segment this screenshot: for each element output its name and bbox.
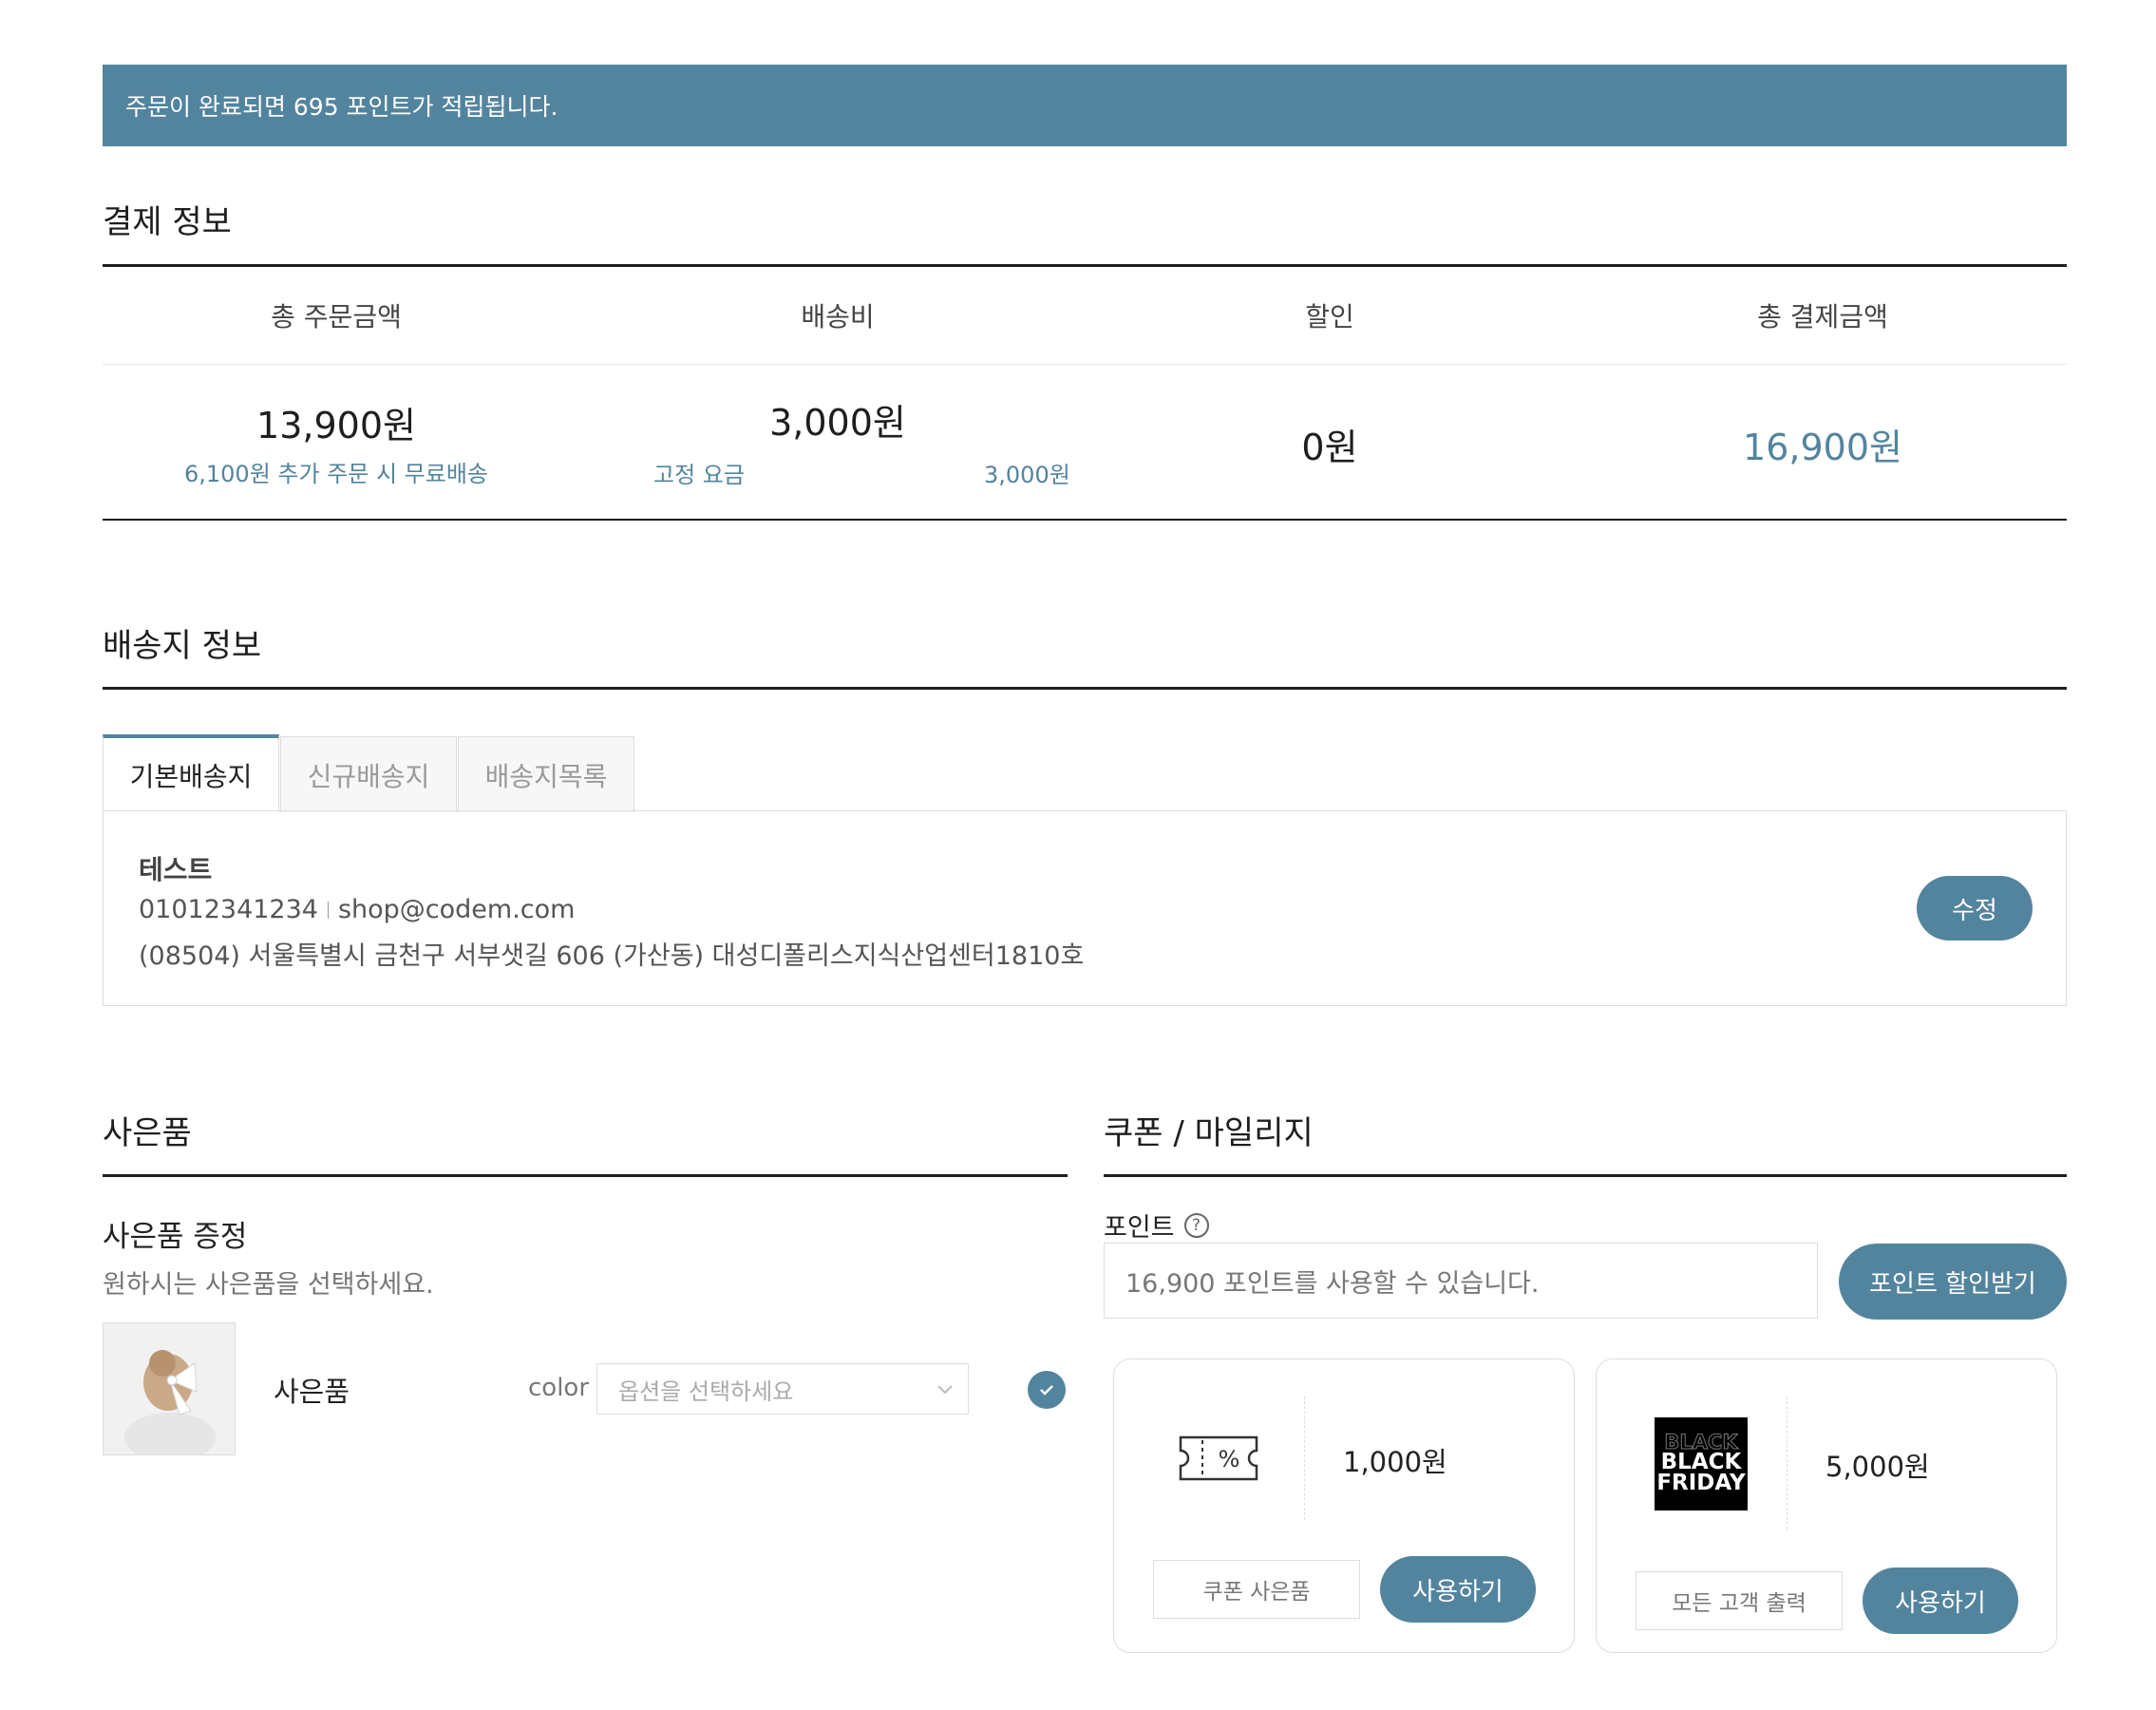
tab-address-list[interactable]: 배송지목록 xyxy=(458,736,634,812)
points-label-row: 포인트 ? xyxy=(1104,1206,1209,1244)
coupon-1-use-button[interactable]: 사용하기 xyxy=(1380,1556,1536,1623)
coupon-section-title: 쿠폰 / 마일리지 xyxy=(1104,1114,1314,1152)
header-shipping-fee: 배송비 xyxy=(801,301,875,332)
recipient-address: (08504) 서울특별시 금천구 서부샛길 606 (가산동) 대성디폴리스지… xyxy=(139,941,1085,971)
svg-text:%: % xyxy=(1219,1446,1240,1472)
coupon-2-name-field: 모든 고객 출력 xyxy=(1636,1571,1843,1630)
recipient-phone: 01012341234 xyxy=(139,895,318,924)
recipient-name: 테스트 xyxy=(139,854,213,885)
gift-photo-illustration xyxy=(104,1323,235,1454)
payment-header-divider xyxy=(103,364,2067,365)
contact-separator xyxy=(327,901,329,919)
payment-bottom-rule xyxy=(103,519,2067,521)
gift-product-image xyxy=(103,1322,236,1455)
points-input[interactable]: 16,900 포인트를 사용할 수 있습니다. xyxy=(1104,1243,1818,1319)
coupon-2-name: 모든 고객 출력 xyxy=(1672,1591,1806,1616)
grand-total-amount: 16,900원 xyxy=(1743,427,1902,468)
total-order-amount: 13,900원 xyxy=(256,405,416,446)
gift-subtitle: 사은품 증정 xyxy=(103,1220,248,1254)
points-input-placeholder: 16,900 포인트를 사용할 수 있습니다. xyxy=(1125,1268,1540,1299)
coupon-1-divider xyxy=(1304,1396,1306,1520)
free-shipping-note: 6,100원 추가 주문 시 무료배송 xyxy=(183,461,489,487)
payment-section-title: 결제 정보 xyxy=(103,203,232,241)
coupon-2-divider xyxy=(1787,1396,1788,1530)
payment-top-rule xyxy=(103,264,2067,267)
points-label: 포인트 xyxy=(1104,1213,1175,1243)
tab-default-address-label: 기본배송지 xyxy=(129,761,253,792)
header-total-order: 총 주문금액 xyxy=(271,301,402,332)
shipping-type-amount: 3,000원 xyxy=(984,462,1070,488)
points-banner: 주문이 완료되면 695 포인트가 적립됩니다. xyxy=(103,65,2067,146)
shipping-type-label: 고정 요금 xyxy=(653,462,745,488)
coupon-2-use-button[interactable]: 사용하기 xyxy=(1863,1568,2018,1634)
apply-points-button[interactable]: 포인트 할인받기 xyxy=(1839,1244,2067,1320)
shipping-top-rule xyxy=(103,687,2067,690)
coupon-1-name-field: 쿠폰 사은품 xyxy=(1153,1560,1360,1619)
gift-section-title: 사은품 xyxy=(103,1114,192,1152)
tab-new-address[interactable]: 신규배송지 xyxy=(280,736,457,812)
coupon-2-use-button-label: 사용하기 xyxy=(1895,1588,1986,1618)
tab-default-address[interactable]: 기본배송지 xyxy=(103,734,279,812)
coupon-1-use-button-label: 사용하기 xyxy=(1412,1577,1504,1606)
chevron-down-icon xyxy=(936,1378,955,1404)
gift-description: 원하시는 사은품을 선택하세요. xyxy=(103,1270,434,1300)
header-discount: 할인 xyxy=(1305,301,1354,332)
gift-item-name: 사은품 xyxy=(274,1376,350,1408)
coupon-1-amount: 1,000원 xyxy=(1343,1446,1447,1478)
check-icon xyxy=(1040,1385,1053,1396)
gift-option-label: color xyxy=(528,1374,590,1402)
edit-address-button-label: 수정 xyxy=(1952,896,1997,925)
gift-top-rule xyxy=(103,1174,1068,1177)
discount-amount: 0원 xyxy=(1301,427,1358,468)
gift-option-placeholder: 옵션을 선택하세요 xyxy=(618,1378,794,1405)
shipping-section-title: 배송지 정보 xyxy=(103,627,262,665)
recipient-email: shop@codem.com xyxy=(337,895,576,924)
points-banner-text: 주문이 완료되면 695 포인트가 적립됩니다. xyxy=(125,93,558,121)
edit-address-button[interactable]: 수정 xyxy=(1917,876,2033,940)
black-friday-image: BLACK BLACK FRIDAY xyxy=(1655,1417,1748,1510)
header-grand-total: 총 결제금액 xyxy=(1757,301,1888,332)
ticket-percent-icon: % xyxy=(1178,1434,1259,1486)
black-friday-text-friday: FRIDAY xyxy=(1656,1470,1746,1495)
help-icon[interactable]: ? xyxy=(1183,1212,1209,1238)
tab-new-address-label: 신규배송지 xyxy=(307,760,430,792)
shipping-fee-amount: 3,000원 xyxy=(769,402,906,444)
coupon-2-amount: 5,000원 xyxy=(1825,1451,1930,1483)
tab-address-list-label: 배송지목록 xyxy=(484,760,608,792)
coupon-top-rule xyxy=(1104,1174,2067,1177)
apply-points-button-label: 포인트 할인받기 xyxy=(1869,1269,2036,1299)
gift-select-checkbox[interactable] xyxy=(1028,1371,1066,1409)
coupon-1-name: 쿠폰 사은품 xyxy=(1202,1580,1311,1605)
gift-option-select[interactable]: 옵션을 선택하세요 xyxy=(596,1363,969,1415)
contact-line: 01012341234 shop@codem.com xyxy=(139,895,575,924)
